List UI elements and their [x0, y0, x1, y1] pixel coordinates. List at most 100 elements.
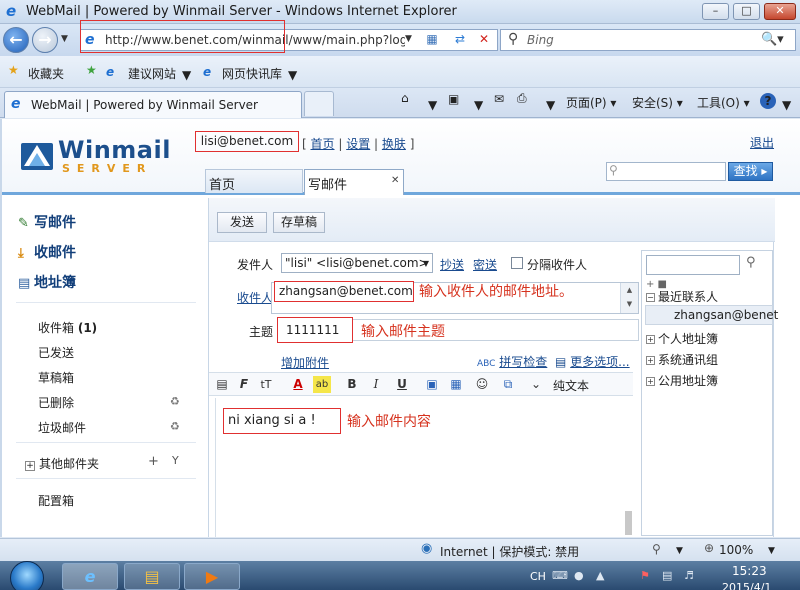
taskbar-media-player-icon[interactable]: ▶ — [184, 563, 240, 590]
refresh-icon[interactable]: ⇄ — [451, 32, 469, 48]
send-button[interactable]: 发送 — [217, 212, 267, 233]
bcc-link[interactable]: 密送 — [473, 256, 497, 273]
spell-check-link[interactable]: ABC 拼写检查 — [477, 353, 547, 370]
start-button[interactable] — [10, 561, 44, 590]
rss-feed-icon[interactable]: ▣ — [448, 92, 459, 106]
action-center-icon[interactable]: ⚑ — [640, 569, 650, 582]
home-link[interactable]: 首页 — [311, 137, 335, 151]
mail-search-input[interactable]: ⚲ — [606, 162, 726, 181]
tab-compose[interactable]: 写邮件 ✕ — [304, 169, 404, 195]
web-search-field[interactable]: ⚲ Bing 🔍▾ — [500, 29, 796, 51]
folder-sent[interactable]: 已发送 — [38, 344, 74, 361]
from-select[interactable]: "lisi" <lisi@benet.com> ▼ — [281, 253, 433, 273]
paragraph-icon[interactable]: ▤ — [213, 376, 231, 393]
help-icon[interactable]: ? — [760, 93, 776, 109]
more-format-icon[interactable]: ⌄ — [527, 376, 545, 393]
chevron-down-icon[interactable]: ▼ — [676, 546, 683, 556]
close-window-button[interactable]: ✕ — [764, 3, 796, 20]
compatibility-view-icon[interactable]: ▦ — [423, 32, 441, 48]
text-color-icon[interactable]: A — [289, 376, 307, 393]
home-icon[interactable]: ⌂ — [401, 91, 409, 105]
expand-icon[interactable]: + — [646, 356, 655, 365]
favorites-star-icon[interactable]: ★ — [8, 63, 19, 77]
plain-text-toggle[interactable]: 纯文本 — [553, 377, 589, 394]
bold-icon[interactable]: B — [343, 376, 361, 393]
filter-icon[interactable]: Υ — [172, 454, 179, 467]
tab-webmail[interactable]: e WebMail | Powered by Winmail Server — [4, 91, 302, 118]
chevron-down-icon[interactable]: ▼ — [546, 98, 555, 112]
image-icon[interactable]: ▣ — [423, 376, 441, 393]
stop-icon[interactable]: ✕ — [475, 32, 493, 48]
sidebar-receive[interactable]: ⤓ 收邮件 — [18, 242, 76, 262]
add-attachment-link[interactable]: 增加附件 — [281, 354, 329, 371]
add-favorite-icon[interactable]: ★ — [86, 63, 97, 77]
logout-link[interactable]: 退出 — [750, 134, 774, 151]
to-value-box[interactable]: zhangsan@benet.com — [274, 281, 414, 302]
protected-mode-icon[interactable]: ⚲ — [652, 542, 661, 556]
ime-icon[interactable]: ● — [574, 569, 584, 582]
close-tab-icon[interactable]: ✕ — [391, 175, 399, 186]
chevron-down-icon[interactable]: ▼ — [428, 98, 437, 112]
suggested-sites-link[interactable]: 建议网站 — [128, 65, 176, 82]
taskbar-explorer-icon[interactable]: ▤ — [124, 563, 180, 590]
chevron-down-icon[interactable]: ▼ — [474, 98, 483, 112]
search-icon[interactable]: 🔍▾ — [761, 32, 784, 47]
read-mail-icon[interactable]: ✉ — [494, 92, 504, 106]
volume-icon[interactable]: ♬ — [684, 569, 694, 582]
network-icon[interactable]: ▤ — [662, 569, 672, 582]
contact-search-input[interactable] — [646, 255, 740, 275]
page-menu[interactable]: 页面(P) ▾ — [566, 94, 616, 111]
forward-button[interactable]: → — [32, 27, 58, 53]
expand-icon[interactable]: + — [646, 335, 655, 344]
stamp-icon[interactable]: ⧉ — [499, 376, 517, 393]
mail-search-button[interactable]: 查找 ▸ — [728, 162, 773, 181]
folder-junk[interactable]: 垃圾邮件 — [38, 419, 86, 436]
underline-icon[interactable]: U — [393, 376, 411, 393]
zoom-level[interactable]: 100% — [719, 543, 753, 557]
folder-drafts[interactable]: 草稿箱 — [38, 369, 74, 386]
search-icon[interactable]: ⚲ — [746, 255, 756, 270]
editor-scrollbar[interactable] — [625, 511, 632, 535]
settings-link[interactable]: 设置 — [346, 137, 370, 151]
folder-inbox[interactable]: 收件箱 (1) — [38, 319, 97, 336]
safety-menu[interactable]: 安全(S) ▾ — [632, 94, 683, 111]
chevron-down-icon[interactable]: ▼ — [182, 68, 191, 82]
history-dropdown-icon[interactable]: ▼ — [61, 34, 68, 44]
empty-junk-icon[interactable]: ♻ — [170, 420, 180, 433]
font-family-icon[interactable]: F — [235, 376, 253, 393]
subject-value-box[interactable]: 1111111 — [277, 317, 353, 343]
sidebar-addressbook[interactable]: ▤ 地址簿 — [18, 272, 76, 292]
chevron-down-icon[interactable]: ▼ — [782, 98, 791, 112]
input-language[interactable]: CH — [530, 570, 546, 583]
separate-recipients-checkbox[interactable] — [511, 257, 523, 269]
zoom-icon[interactable]: ⊕ — [704, 541, 714, 555]
skin-link[interactable]: 换肤 — [382, 137, 406, 151]
to-label[interactable]: 收件人 — [237, 289, 273, 306]
print-icon[interactable]: ⎙ — [517, 91, 527, 106]
tab-home[interactable]: 首页 — [205, 169, 303, 193]
back-button[interactable]: ← — [3, 27, 29, 53]
emoji-icon[interactable]: ☺ — [473, 376, 491, 393]
maximize-button[interactable]: □ — [733, 3, 760, 20]
tray-expand-icon[interactable]: ▲ — [596, 569, 604, 582]
tree-recent-contacts[interactable]: − 最近联系人 — [646, 288, 718, 305]
font-size-icon[interactable]: tT — [257, 376, 275, 393]
collapse-icon[interactable]: − — [646, 293, 655, 302]
empty-trash-icon[interactable]: ♻ — [170, 395, 180, 408]
to-field-scrollbar[interactable]: ▲ ▼ — [620, 283, 638, 313]
folder-settings[interactable]: 配置箱 — [38, 492, 74, 509]
save-draft-button[interactable]: 存草稿 — [273, 212, 325, 233]
chevron-down-icon[interactable]: ▼ — [288, 68, 297, 82]
chevron-down-icon[interactable]: ▼ — [768, 546, 775, 556]
other-folders[interactable]: + 其他邮件夹 — [25, 455, 99, 472]
tree-system-groups[interactable]: + 系统通讯组 — [646, 351, 718, 368]
add-folder-icon[interactable]: + — [148, 454, 159, 469]
tools-menu[interactable]: 工具(O) ▾ — [697, 94, 750, 111]
body-value-box[interactable]: ni xiang si a ! — [223, 408, 341, 434]
expand-icon[interactable]: + — [25, 461, 35, 471]
expand-icon[interactable]: + — [646, 377, 655, 386]
keyboard-icon[interactable]: ⌨ — [552, 569, 568, 582]
more-options-link[interactable]: ▤ 更多选项... — [555, 353, 630, 370]
favorites-button[interactable]: 收藏夹 — [28, 65, 64, 82]
web-slice-gallery-link[interactable]: 网页快讯库 — [222, 65, 282, 82]
